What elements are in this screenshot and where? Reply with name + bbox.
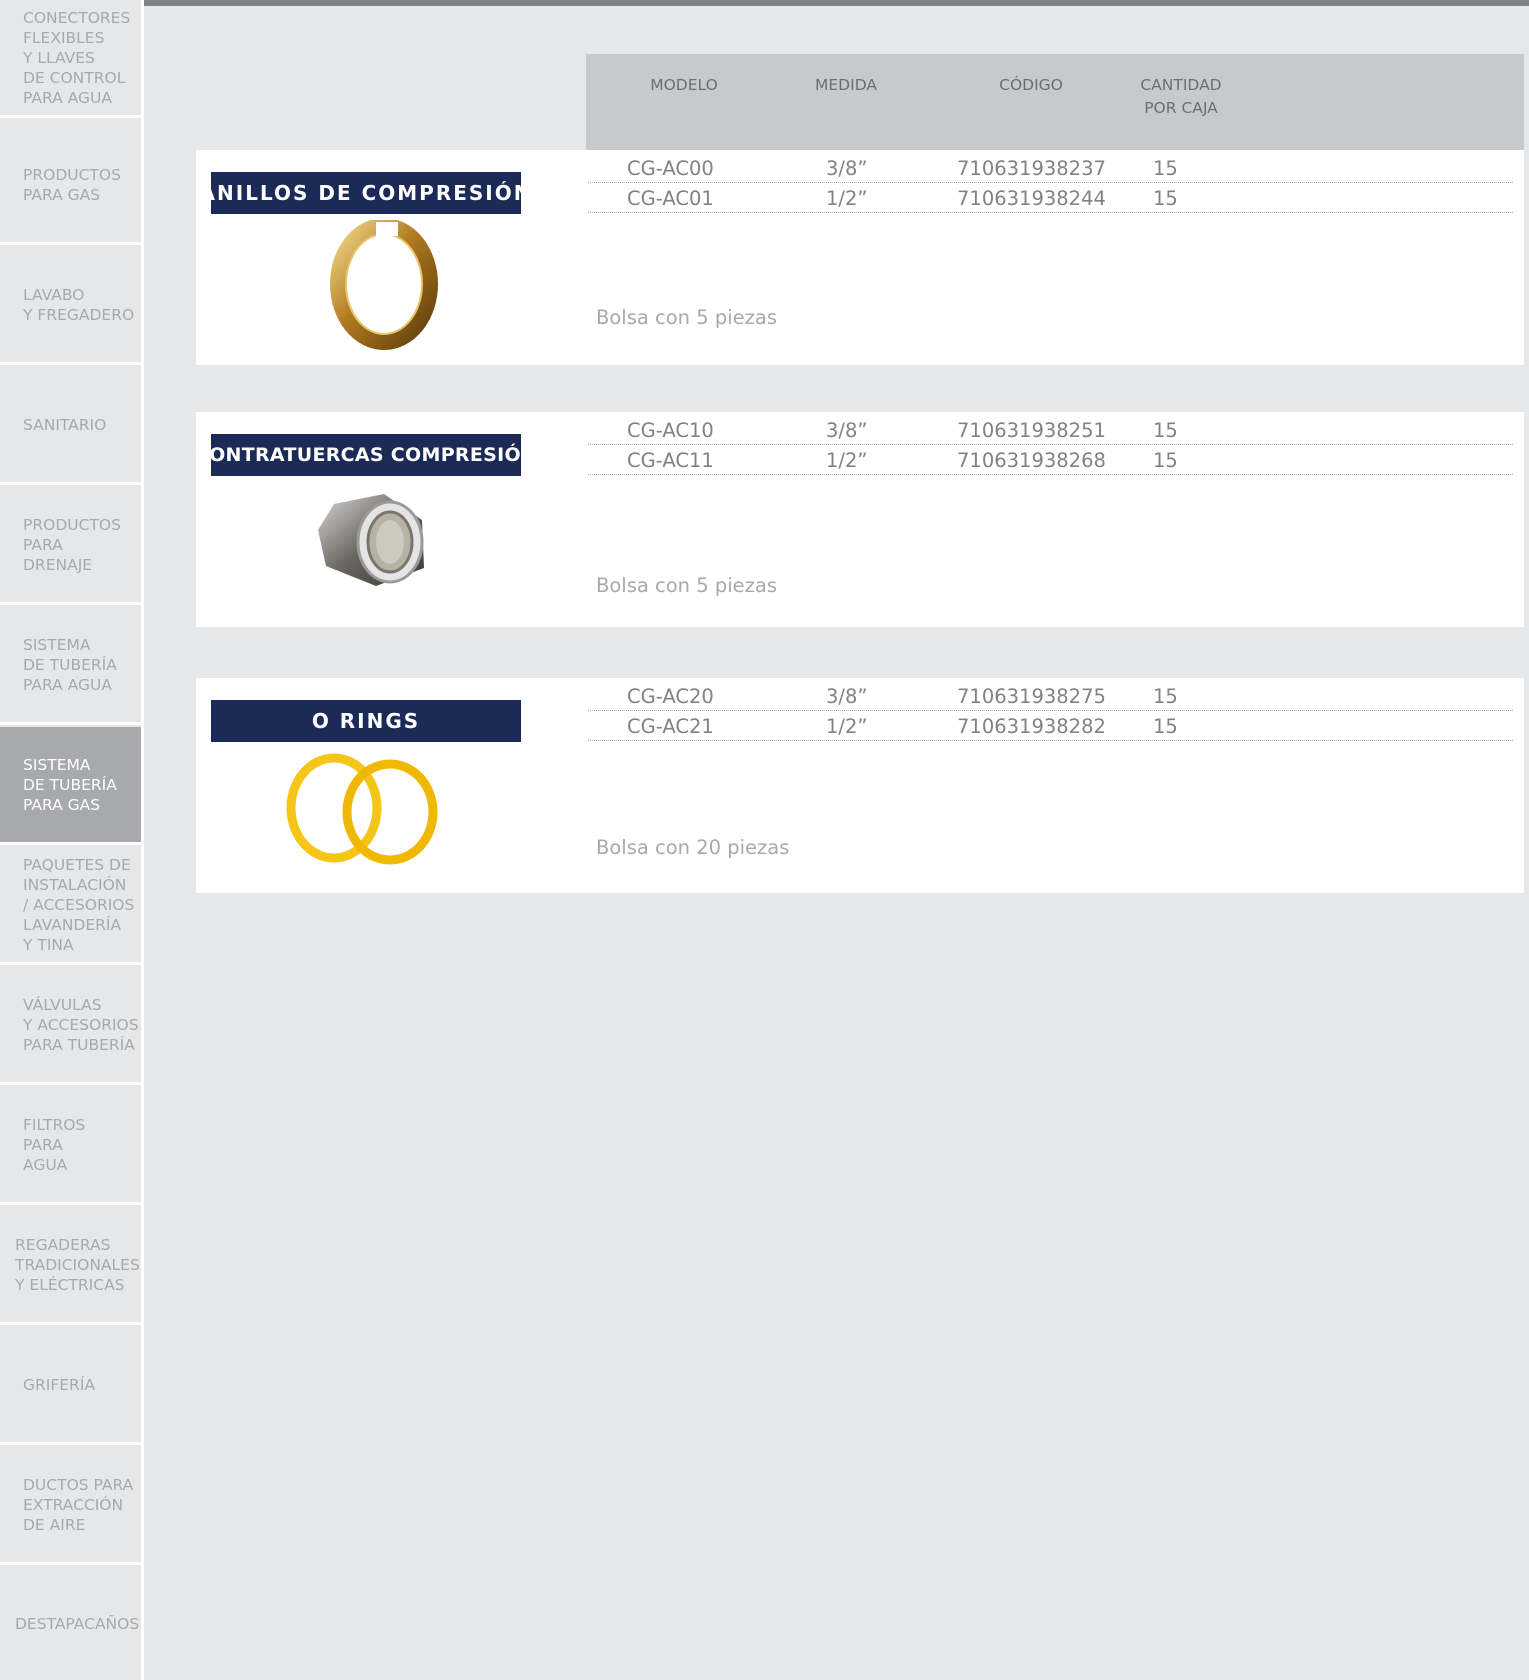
sidebar-item-drenaje[interactable]: PRODUCTOS PARA DRENAJE [0, 487, 141, 605]
cell-medida: 3/8” [826, 685, 868, 708]
sidebar-item-filtros[interactable]: FILTROS PARA AGUA [0, 1087, 141, 1205]
cell-modelo: CG-AC00 [627, 157, 714, 180]
table-row: CG-AC01 1/2” 710631938244 15 [588, 183, 1513, 213]
package-note: Bolsa con 5 piezas [596, 574, 777, 597]
cell-codigo: 710631938275 [957, 685, 1106, 708]
top-rule [144, 0, 1529, 6]
cell-modelo: CG-AC10 [627, 419, 714, 442]
cell-medida: 1/2” [826, 187, 868, 210]
sidebar-item-tuberia-agua[interactable]: SISTEMA DE TUBERÍA PARA AGUA [0, 607, 141, 725]
product-title: O RINGS [211, 700, 521, 742]
sidebar-item-regaderas[interactable]: REGADERAS TRADICIONALES Y ELÉCTRICAS [0, 1207, 141, 1325]
cell-modelo: CG-AC11 [627, 449, 714, 472]
cell-codigo: 710631938268 [957, 449, 1106, 472]
sidebar-item-paquetes[interactable]: PAQUETES DE INSTALACIÓN / ACCESORIOS LAV… [0, 847, 141, 965]
product-panel-orings: O RINGS CG-AC20 3/8” 710631938275 15 CG-… [196, 678, 1524, 893]
sidebar-item-ductos[interactable]: DUCTOS PARA EXTRACCIÓN DE AIRE [0, 1447, 141, 1565]
product-title: ANILLOS DE COMPRESIÓN [200, 172, 530, 214]
cell-medida: 1/2” [826, 449, 868, 472]
table-header: MODELO MEDIDA CÓDIGO CANTIDAD POR CAJA [586, 54, 1524, 150]
brass-compression-ring-icon [330, 220, 438, 350]
category-sidebar: CONECTORES FLEXIBLES Y LLAVES DE CONTROL… [0, 0, 144, 1680]
cell-codigo: 710631938244 [957, 187, 1106, 210]
chrome-locknut-icon [318, 494, 424, 586]
table-row: CG-AC21 1/2” 710631938282 15 [588, 711, 1513, 741]
column-header-medida: MEDIDA [815, 76, 877, 94]
cell-modelo: CG-AC20 [627, 685, 714, 708]
sidebar-item-sanitario[interactable]: SANITARIO [0, 367, 141, 485]
sidebar-item-conectores[interactable]: CONECTORES FLEXIBLES Y LLAVES DE CONTROL… [0, 0, 141, 118]
cell-codigo: 710631938282 [957, 715, 1106, 738]
sidebar-item-tuberia-gas[interactable]: SISTEMA DE TUBERÍA PARA GAS [0, 727, 141, 845]
cell-cantidad: 15 [1153, 715, 1178, 738]
table-row: CG-AC11 1/2” 710631938268 15 [588, 445, 1513, 475]
cell-cantidad: 15 [1153, 449, 1178, 472]
table-row: CG-AC10 3/8” 710631938251 15 [588, 415, 1513, 445]
sidebar-item-valvulas[interactable]: VÁLVULAS Y ACCESORIOS PARA TUBERÍA [0, 967, 141, 1085]
sidebar-item-destapacanos[interactable]: DESTAPACAÑOS [0, 1567, 141, 1680]
cell-medida: 3/8” [826, 157, 868, 180]
cell-cantidad: 15 [1153, 419, 1178, 442]
cell-medida: 3/8” [826, 419, 868, 442]
cell-modelo: CG-AC21 [627, 715, 714, 738]
package-note: Bolsa con 5 piezas [596, 306, 777, 329]
product-title: CONTRATUERCAS COMPRESIÓN [195, 434, 537, 476]
cell-medida: 1/2” [826, 715, 868, 738]
package-note: Bolsa con 20 piezas [596, 836, 790, 859]
column-header-modelo: MODELO [650, 76, 718, 94]
product-panel-contratuercas: CONTRATUERCAS COMPRESIÓN CG-AC10 3/8” 71… [195, 412, 1524, 627]
cell-cantidad: 15 [1153, 157, 1178, 180]
table-row: CG-AC20 3/8” 710631938275 15 [588, 681, 1513, 711]
cell-codigo: 710631938251 [957, 419, 1106, 442]
sidebar-item-lavabo[interactable]: LAVABO Y FREGADERO [0, 247, 141, 365]
cell-cantidad: 15 [1153, 685, 1178, 708]
table-row: CG-AC00 3/8” 710631938237 15 [588, 153, 1513, 183]
cell-codigo: 710631938237 [957, 157, 1106, 180]
product-panel-anillos: ANILLOS DE COMPRESIÓN CG-AC00 3/8” 71063… [196, 150, 1524, 365]
sidebar-item-griferia[interactable]: GRIFERÍA [0, 1327, 141, 1445]
column-header-cantidad: CANTIDAD POR CAJA [1140, 76, 1222, 117]
cell-modelo: CG-AC01 [627, 187, 714, 210]
cell-cantidad: 15 [1153, 187, 1178, 210]
sidebar-item-productos-gas[interactable]: PRODUCTOS PARA GAS [0, 127, 141, 245]
yellow-o-rings-icon [286, 753, 438, 865]
column-header-codigo: CÓDIGO [999, 76, 1063, 94]
